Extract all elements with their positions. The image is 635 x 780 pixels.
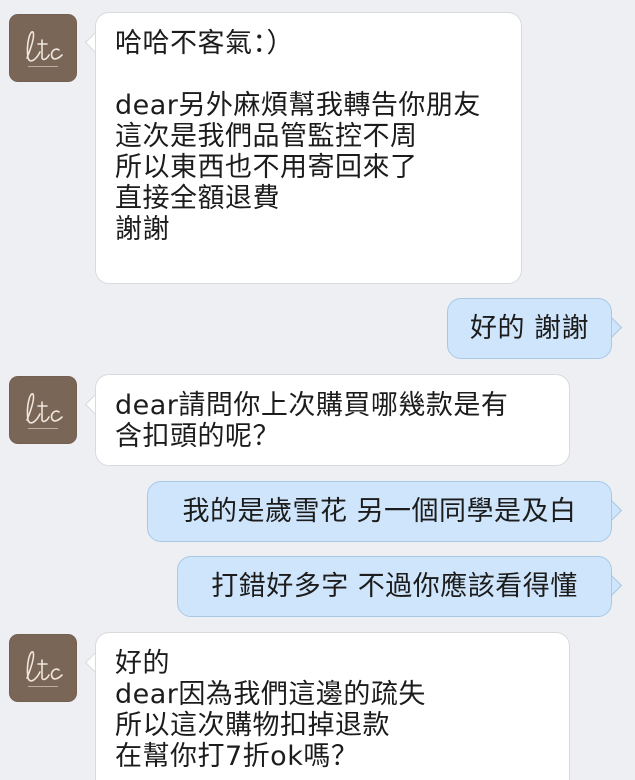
shop-logo-icon — [26, 651, 63, 687]
message-bubble-incoming: 好的 dear因為我們這邊的疏失 所以這次購物扣掉退款 在幫你打7折ok嗎？ — [95, 632, 570, 780]
message-bubble-incoming: 哈哈不客氣：） dear另外麻煩幫我轉告你朋友 這次是我們品管監控不周 所以東西… — [95, 12, 522, 284]
shop-logo-icon — [26, 31, 63, 67]
shop-logo-icon — [26, 393, 63, 429]
message-bubble-incoming: dear請問你上次購買哪幾款是有 含扣頭的呢？ — [95, 374, 570, 466]
message-bubble-outgoing: 我的是歲雪花 另一個同學是及白 — [147, 481, 612, 542]
shop-avatar[interactable] — [9, 14, 77, 82]
shop-avatar[interactable] — [9, 634, 77, 702]
shop-avatar[interactable] — [9, 376, 77, 444]
message-bubble-outgoing: 打錯好多字 不過你應該看得懂 — [177, 556, 612, 617]
message-bubble-outgoing: 好的 謝謝 — [447, 298, 612, 359]
